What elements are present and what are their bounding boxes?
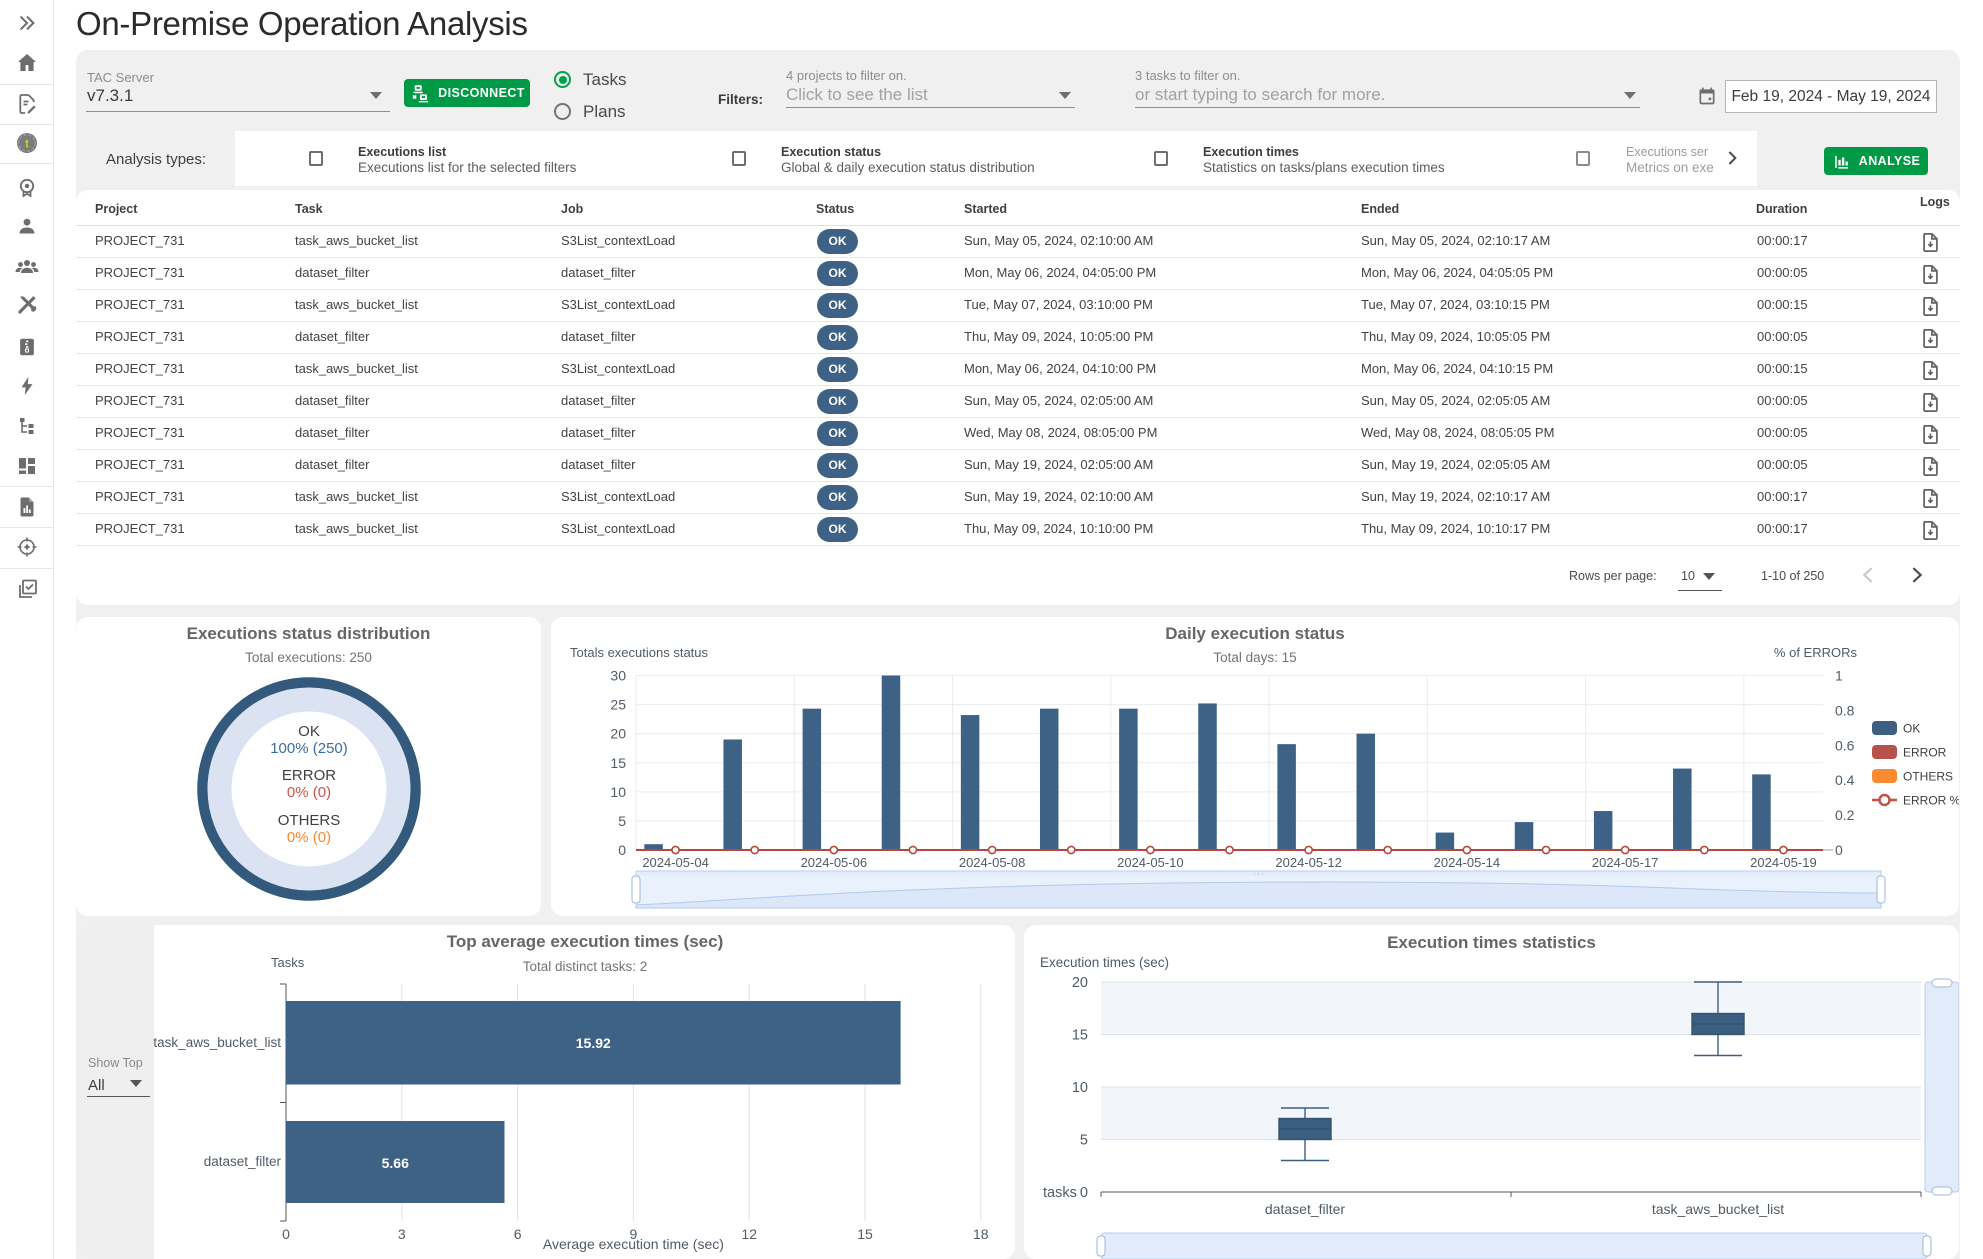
svg-text:0.2: 0.2 [1835, 807, 1855, 823]
svg-text:t: t [25, 136, 29, 150]
svg-text:task_aws_bucket_list: task_aws_bucket_list [1652, 1201, 1784, 1217]
svg-text:2024-05-06: 2024-05-06 [801, 855, 868, 870]
svg-text:3: 3 [398, 1226, 406, 1242]
svg-text:2024-05-19: 2024-05-19 [1750, 855, 1817, 870]
svg-text:% of ERRORs: % of ERRORs [1774, 645, 1858, 660]
svg-text:ERROR: ERROR [282, 767, 336, 784]
svg-text:30: 30 [610, 668, 626, 684]
svg-text:2024-05-04: 2024-05-04 [642, 855, 709, 870]
svg-text:OK: OK [1903, 722, 1920, 736]
svg-text:1: 1 [1835, 668, 1843, 684]
svg-text:Execution times (sec): Execution times (sec) [1040, 955, 1169, 970]
svg-text:2024-05-12: 2024-05-12 [1275, 855, 1342, 870]
svg-text:12: 12 [741, 1226, 757, 1242]
svg-text:0: 0 [282, 1226, 290, 1242]
svg-text:Top average execution times (s: Top average execution times (sec) [447, 932, 724, 951]
svg-text:0% (0): 0% (0) [287, 829, 331, 846]
svg-text:5: 5 [618, 813, 626, 829]
svg-text:0: 0 [618, 842, 626, 858]
svg-text:15: 15 [1072, 1028, 1088, 1044]
svg-text:0.4: 0.4 [1835, 772, 1855, 788]
svg-text:Total distinct tasks: 2: Total distinct tasks: 2 [523, 959, 648, 974]
svg-text:Tasks: Tasks [271, 955, 305, 970]
svg-text:0: 0 [1080, 1185, 1088, 1201]
svg-text:2024-05-17: 2024-05-17 [1592, 855, 1659, 870]
svg-text:Average execution time (sec): Average execution time (sec) [543, 1236, 724, 1252]
svg-text:tasks: tasks [1043, 1185, 1077, 1201]
svg-text:ERROR: ERROR [1903, 746, 1947, 760]
svg-text:5.66: 5.66 [382, 1155, 409, 1171]
svg-text:2024-05-14: 2024-05-14 [1434, 855, 1501, 870]
svg-text:15.92: 15.92 [576, 1035, 611, 1051]
svg-text:0% (0): 0% (0) [287, 784, 331, 801]
svg-text:25: 25 [610, 697, 626, 713]
svg-text:20: 20 [1072, 975, 1088, 991]
svg-text:task_aws_bucket_list: task_aws_bucket_list [153, 1035, 281, 1050]
svg-text:dataset_filter: dataset_filter [1265, 1201, 1345, 1217]
svg-text:0: 0 [1835, 842, 1843, 858]
svg-text:10: 10 [610, 784, 626, 800]
svg-text:0.6: 0.6 [1835, 737, 1855, 753]
svg-text:OTHERS: OTHERS [1903, 770, 1953, 784]
svg-text:0.8: 0.8 [1835, 702, 1855, 718]
svg-text:100% (250): 100% (250) [270, 740, 348, 757]
svg-text:18: 18 [973, 1226, 989, 1242]
svg-text:2024-05-08: 2024-05-08 [959, 855, 1026, 870]
svg-text:15: 15 [857, 1226, 873, 1242]
svg-text:10: 10 [1072, 1080, 1088, 1096]
svg-text:2024-05-10: 2024-05-10 [1117, 855, 1184, 870]
svg-text:dataset_filter: dataset_filter [204, 1154, 282, 1169]
svg-text:Totals executions status: Totals executions status [570, 645, 709, 660]
svg-text:5: 5 [1080, 1133, 1088, 1149]
svg-text:15: 15 [610, 755, 626, 771]
svg-text:6: 6 [514, 1226, 522, 1242]
svg-text:ERROR %: ERROR % [1903, 794, 1959, 808]
svg-text:OK: OK [298, 723, 320, 740]
svg-text:20: 20 [610, 726, 626, 742]
svg-text:OTHERS: OTHERS [278, 812, 341, 829]
